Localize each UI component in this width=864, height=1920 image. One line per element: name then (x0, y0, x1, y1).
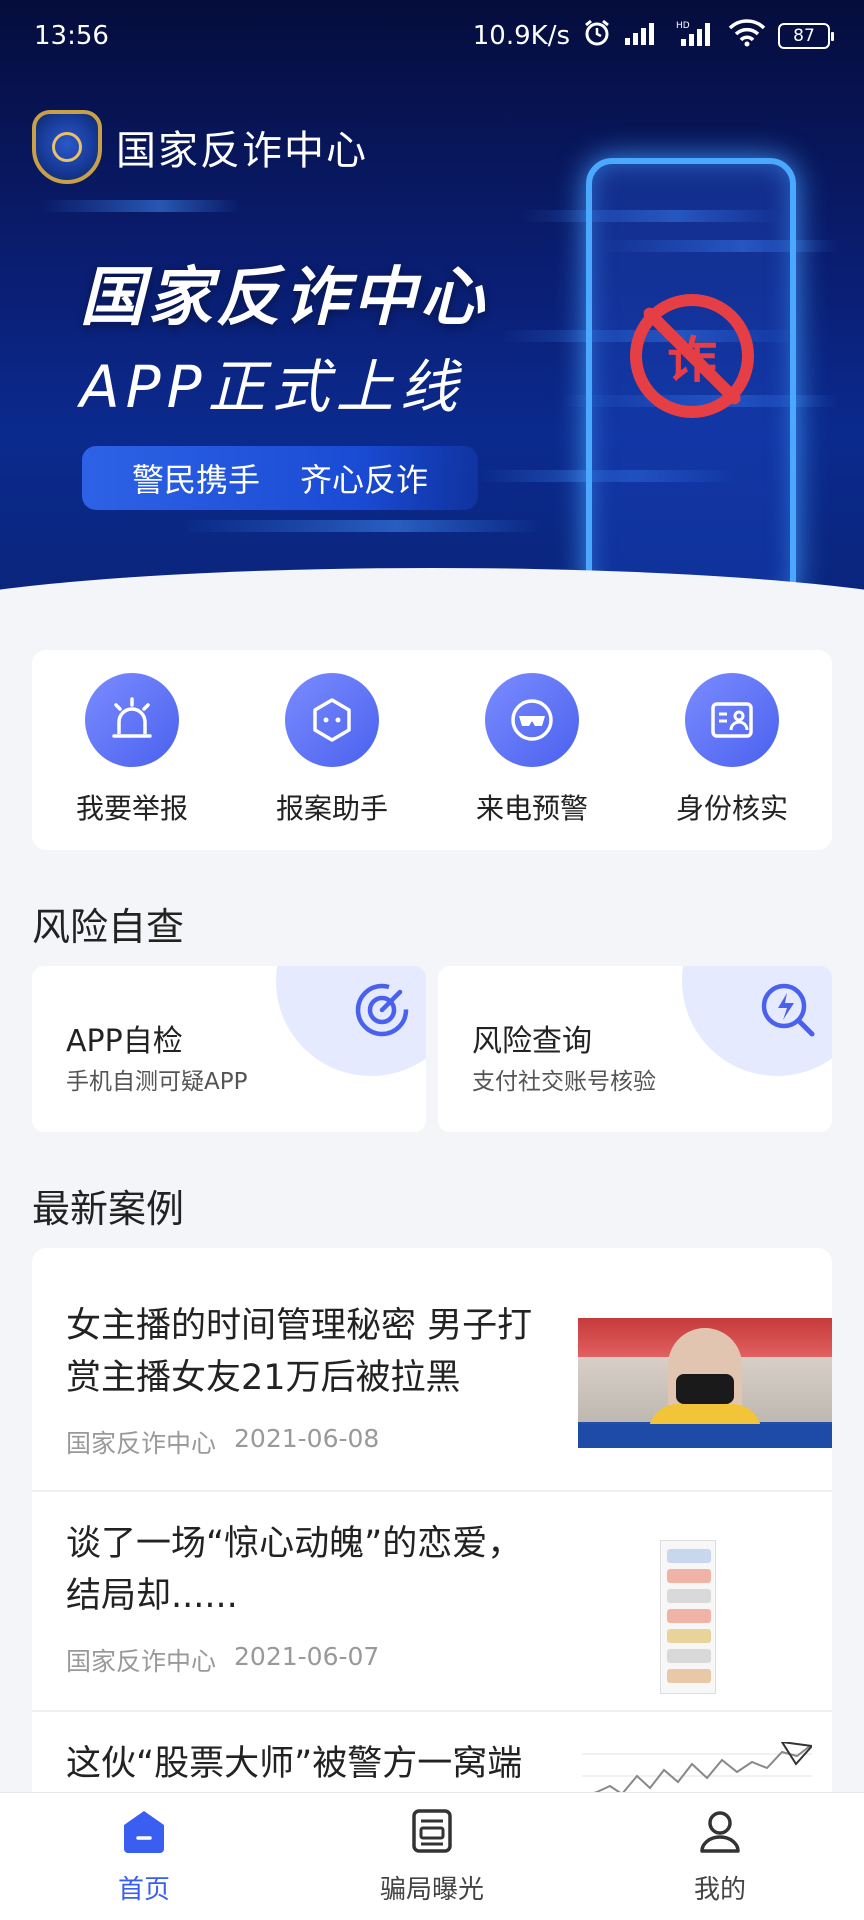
cases-section-title: 最新案例 (32, 1187, 185, 1231)
battery-level: 87 (793, 26, 815, 46)
case-thumbnail (578, 1318, 832, 1448)
case-assistant-button[interactable]: 报案助手 (242, 673, 422, 827)
case-title: 女主播的时间管理秘密 男子打 赏主播女友21万后被拉黑 (66, 1300, 566, 1404)
hero-banner[interactable]: 诈 13:56 10.9K/s HD 87 国家反诈中心 国家反诈中心 APP正… (0, 0, 864, 620)
tab-scam-exposure-label: 骗局曝光 (379, 1875, 484, 1905)
hero-slogan: 警民携手 齐心反诈 (82, 446, 478, 510)
slogan-right: 齐心反诈 (300, 461, 429, 499)
no-fraud-glyph: 诈 (667, 331, 717, 389)
case-thumbnail (660, 1540, 716, 1694)
robot-icon (285, 673, 379, 767)
app-check-title: APP自检 (66, 1024, 183, 1059)
no-fraud-icon: 诈 (630, 294, 754, 418)
search-bolt-icon (758, 980, 818, 1044)
app-check-card[interactable]: APP自检 手机自测可疑APP (32, 966, 426, 1132)
identity-verify-button[interactable]: 身份核实 (642, 673, 822, 827)
mask-icon (485, 673, 579, 767)
report-button[interactable]: 我要举报 (42, 673, 222, 827)
net-speed: 10.9K/s (472, 21, 570, 51)
case-date: 2021-06-07 (234, 1642, 380, 1671)
call-warning-label: 来电预警 (475, 792, 588, 825)
police-badge-logo (32, 110, 102, 184)
case-meta: 国家反诈中心 2021-06-08 (66, 1424, 379, 1460)
case-source: 国家反诈中心 (66, 1647, 217, 1676)
tab-mine[interactable]: 我的 (620, 1807, 820, 1906)
case-title-line: 赏主播女友21万后被拉黑 (66, 1358, 461, 1398)
case-meta: 国家反诈中心 2021-06-07 (66, 1642, 379, 1678)
case-title-line: 结局却...... (66, 1576, 238, 1616)
status-bar: 13:56 10.9K/s HD 87 (0, 0, 864, 72)
battery-icon: 87 (778, 23, 834, 49)
case-source: 国家反诈中心 (66, 1429, 217, 1458)
signal-hd-icon: HD (676, 19, 716, 54)
case-assistant-label: 报案助手 (275, 792, 388, 825)
tab-home[interactable]: 首页 (44, 1807, 244, 1906)
light-streak (180, 520, 540, 532)
case-item[interactable]: 谈了一场“惊心动魄”的恋爱， 结局却...... 国家反诈中心 2021-06-… (32, 1492, 832, 1712)
case-date: 2021-06-08 (234, 1424, 380, 1453)
brand-name: 国家反诈中心 (116, 128, 368, 174)
bottom-tab-bar: 首页 骗局曝光 我的 (0, 1792, 864, 1920)
id-card-icon (685, 673, 779, 767)
user-icon (696, 1807, 744, 1859)
case-title-line: 女主播的时间管理秘密 男子打 (66, 1306, 533, 1346)
case-title: 这伙“股票大师”被警方一窝端 (66, 1738, 566, 1790)
identity-verify-label: 身份核实 (675, 792, 788, 825)
report-label: 我要举报 (75, 792, 188, 825)
case-item[interactable]: 女主播的时间管理秘密 男子打 赏主播女友21万后被拉黑 国家反诈中心 2021-… (32, 1248, 832, 1492)
risk-query-title: 风险查询 (472, 1024, 592, 1059)
signal-icon (624, 20, 664, 53)
svg-text:HD: HD (676, 21, 690, 31)
light-streak (40, 200, 240, 212)
slogan-left: 警民携手 (131, 461, 260, 499)
wifi-icon (728, 18, 766, 54)
risk-query-card[interactable]: 风险查询 支付社交账号核验 (438, 966, 832, 1132)
risk-section-title: 风险自查 (32, 905, 185, 949)
tab-mine-label: 我的 (693, 1875, 746, 1905)
call-warning-button[interactable]: 来电预警 (442, 673, 622, 827)
hero-subtitle: APP正式上线 (80, 353, 464, 421)
tab-home-label: 首页 (117, 1875, 170, 1905)
phone-illustration: 诈 (586, 158, 796, 606)
alarm-clock-icon (582, 18, 612, 55)
tab-scam-exposure[interactable]: 骗局曝光 (332, 1807, 532, 1906)
case-title: 谈了一场“惊心动魄”的恋爱， 结局却...... (66, 1518, 566, 1622)
case-title-line: 这伙“股票大师”被警方一窝端 (66, 1744, 523, 1784)
risk-query-subtitle: 支付社交账号核验 (472, 1069, 656, 1095)
alarm-icon (85, 673, 179, 767)
brand: 国家反诈中心 (32, 110, 368, 184)
hero-title: 国家反诈中心 (80, 261, 488, 335)
case-title-line: 谈了一场“惊心动魄”的恋爱， (66, 1524, 523, 1564)
news-icon (408, 1807, 456, 1859)
status-time: 13:56 (34, 21, 109, 51)
app-check-subtitle: 手机自测可疑APP (66, 1069, 248, 1095)
quick-actions: 我要举报 报案助手 来电预警 身份核实 (32, 650, 832, 850)
radar-icon (352, 980, 412, 1044)
case-list: 女主播的时间管理秘密 男子打 赏主播女友21万后被拉黑 国家反诈中心 2021-… (32, 1248, 832, 1808)
home-icon (120, 1807, 168, 1859)
